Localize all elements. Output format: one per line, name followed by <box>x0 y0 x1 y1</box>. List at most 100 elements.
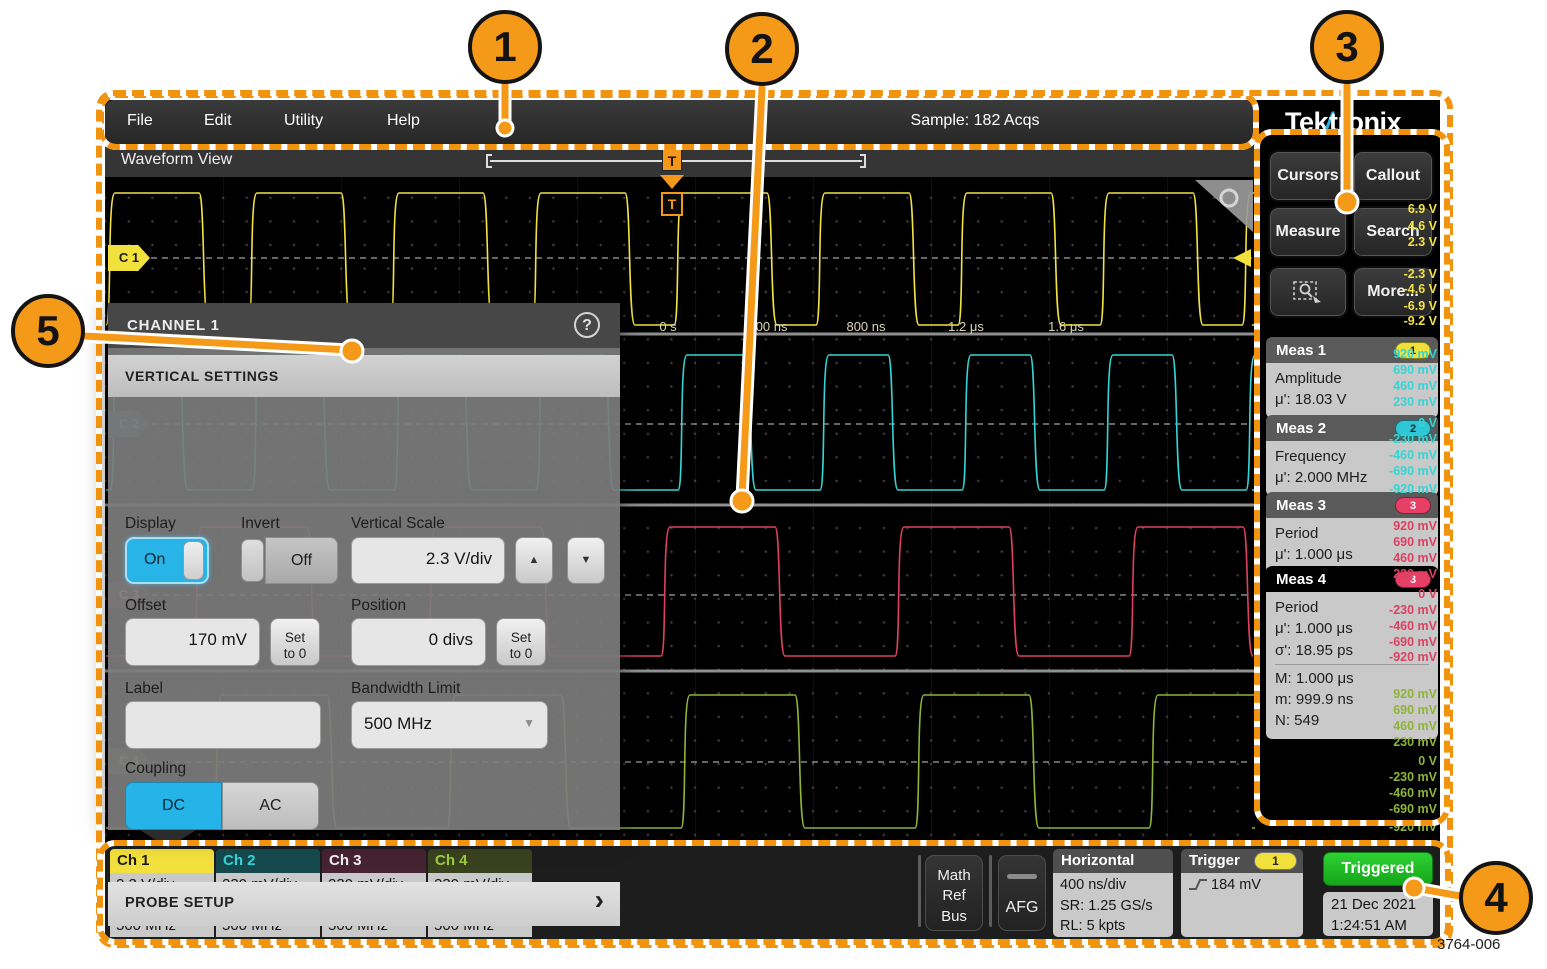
display-toggle-value: On <box>144 551 165 569</box>
bandwidth-limit-dropdown[interactable]: 500 MHz ▼ <box>351 701 548 749</box>
display-toggle[interactable]: On <box>125 537 209 584</box>
channel-1-dialog: CHANNEL 1 ? VERTICAL SETTINGS Display In… <box>108 303 620 830</box>
date-value: 21 Dec 2021 <box>1331 894 1433 915</box>
to-zero-label: to 0 <box>284 646 307 661</box>
horizontal-badge[interactable]: Horizontal 400 ns/div SR: 1.25 GS/s RL: … <box>1053 849 1173 937</box>
dialog-pointer-icon <box>140 830 196 848</box>
label-field[interactable] <box>125 701 321 749</box>
voltage-tick-label: 0 V <box>1418 754 1437 768</box>
source-badge: 3 <box>1395 497 1431 514</box>
meas-1-badge[interactable]: Meas 1 1 Amplitude μ': 18.03 V <box>1266 337 1438 418</box>
source-badge: 2 <box>1395 420 1431 437</box>
meas-count: N: 549 <box>1275 710 1429 731</box>
trigger-arrow-icon <box>660 175 684 189</box>
set-label: Set <box>285 630 305 645</box>
trigger-level-arrow-icon[interactable] <box>1233 249 1251 267</box>
horizontal-values: 400 ns/div SR: 1.25 GS/s RL: 5 kpts <box>1053 873 1173 937</box>
position-set-to-zero-button[interactable]: Set to 0 <box>496 618 546 666</box>
meas-max: M: 1.000 μs <box>1275 668 1429 689</box>
timebase-value: 400 ns/div <box>1060 875 1173 896</box>
meas-title: Meas 4 <box>1276 571 1395 588</box>
invert-toggle[interactable]: Off <box>241 537 338 584</box>
afg-label: AFG <box>1006 899 1039 916</box>
figure-number: 3764-006 <box>1437 936 1500 953</box>
acquisition-status: Sample: 182 Acqs <box>875 112 1075 130</box>
tektronix-logo: Tek/tronix <box>1285 107 1401 138</box>
coupling-ac-button[interactable]: AC <box>222 782 319 830</box>
trigger-position-marker-icon[interactable]: T <box>662 149 682 171</box>
meas-3-values: Period μ': 1.000 μs <box>1266 518 1438 573</box>
to-zero-label: to 0 <box>510 646 533 661</box>
meas-1-values: Amplitude μ': 18.03 V <box>1266 363 1438 418</box>
meas-stddev: σ': 18.95 ps <box>1275 640 1429 661</box>
scale-increase-button[interactable]: ▲ <box>515 537 553 584</box>
ref-label: Ref <box>926 886 982 906</box>
position-label: Position <box>351 597 406 615</box>
meas-2-values: Frequency μ': 2.000 MHz <box>1266 441 1438 496</box>
dialog-header[interactable]: CHANNEL 1 ? <box>108 303 620 348</box>
offset-set-to-zero-button[interactable]: Set to 0 <box>270 618 320 666</box>
menu-file[interactable]: File <box>127 112 153 130</box>
set-label: Set <box>511 630 531 645</box>
menu-utility[interactable]: Utility <box>284 112 323 130</box>
coupling-dc-button[interactable]: DC <box>125 782 222 830</box>
waveform-view-title: Waveform View <box>121 151 232 169</box>
probe-setup-bar[interactable]: PROBE SETUP › <box>108 882 620 926</box>
meas-mean: μ': 1.000 μs <box>1275 544 1429 565</box>
math-ref-bus-button[interactable]: Math Ref Bus <box>925 855 983 931</box>
overview-left-bracket-icon <box>486 154 492 168</box>
more-button[interactable]: More... <box>1354 268 1432 316</box>
help-icon[interactable]: ? <box>574 312 600 338</box>
position-field[interactable]: 0 divs <box>351 618 486 666</box>
rising-edge-icon <box>1188 877 1208 891</box>
display-label: Display <box>125 515 176 533</box>
zoom-select-button[interactable] <box>1270 268 1346 316</box>
offset-field[interactable]: 170 mV <box>125 618 260 666</box>
record-length-value: RL: 5 kpts <box>1060 916 1173 937</box>
trigger-indicator-icon[interactable]: T <box>661 192 683 216</box>
meas-3-badge[interactable]: Meas 3 3 Period μ': 1.000 μs <box>1266 492 1438 573</box>
cursors-button[interactable]: Cursors <box>1270 152 1346 200</box>
voltage-tick-label: -230 mV <box>1389 770 1437 784</box>
bus-label: Bus <box>926 907 982 927</box>
documentation-figure: File Edit Utility Help Sample: 182 Acqs … <box>0 0 1547 969</box>
afg-button[interactable]: AFG <box>998 855 1046 931</box>
dropdown-caret-icon: ▼ <box>523 716 535 730</box>
vertical-scale-field[interactable]: 2.3 V/div <box>351 537 505 584</box>
measure-button[interactable]: Measure <box>1270 208 1346 256</box>
horizontal-header: Horizontal <box>1053 849 1173 873</box>
overview-right-bracket-icon <box>860 154 866 168</box>
search-button[interactable]: Search <box>1354 208 1432 256</box>
callout-1: 1 <box>468 10 542 84</box>
meas-2-badge[interactable]: Meas 2 2 Frequency μ': 2.000 MHz <box>1266 415 1438 496</box>
afg-indicator-icon <box>1007 874 1037 879</box>
trigger-values: 184 mV <box>1181 873 1303 937</box>
voltage-tick-label: -9.2 V <box>1404 314 1437 328</box>
math-label: Math <box>926 866 982 886</box>
meas-min: m: 999.9 ns <box>1275 689 1429 710</box>
meas-type: Amplitude <box>1275 368 1429 389</box>
channel-badge-header: Ch 2 <box>216 849 320 873</box>
datetime-display: 21 Dec 2021 1:24:51 AM <box>1323 892 1433 936</box>
voltage-tick-label: -460 mV <box>1389 786 1437 800</box>
menu-bar: File Edit Utility Help Sample: 182 Acqs <box>105 100 1255 145</box>
meas-title: Meas 2 <box>1276 420 1395 437</box>
invert-label: Invert <box>241 515 280 533</box>
scale-decrease-button[interactable]: ▼ <box>567 537 605 584</box>
toggle-knob[interactable] <box>241 539 264 582</box>
meas-4-values: Period μ': 1.000 μs σ': 18.95 ps M: 1.00… <box>1266 592 1438 739</box>
channel-badge-header: Ch 4 <box>428 849 532 873</box>
time-value: 1:24:51 AM <box>1331 915 1433 936</box>
meas-mean: μ': 1.000 μs <box>1275 618 1429 639</box>
toggle-knob[interactable] <box>183 541 204 580</box>
bandwidth-limit-label: Bandwidth Limit <box>351 680 460 698</box>
menu-edit[interactable]: Edit <box>204 112 232 130</box>
meas-4-badge[interactable]: Meas 4 3 Period μ': 1.000 μs σ': 18.95 p… <box>1266 566 1438 739</box>
brand-zone: Tek/tronix <box>1255 100 1440 145</box>
menu-help[interactable]: Help <box>387 112 420 130</box>
invert-toggle-value: Off <box>265 537 338 584</box>
trigger-badge[interactable]: Trigger 1 184 mV <box>1181 849 1303 937</box>
offset-label: Offset <box>125 597 166 615</box>
meas-1-header: Meas 1 1 <box>1266 337 1438 363</box>
callout-button[interactable]: Callout <box>1354 152 1432 200</box>
